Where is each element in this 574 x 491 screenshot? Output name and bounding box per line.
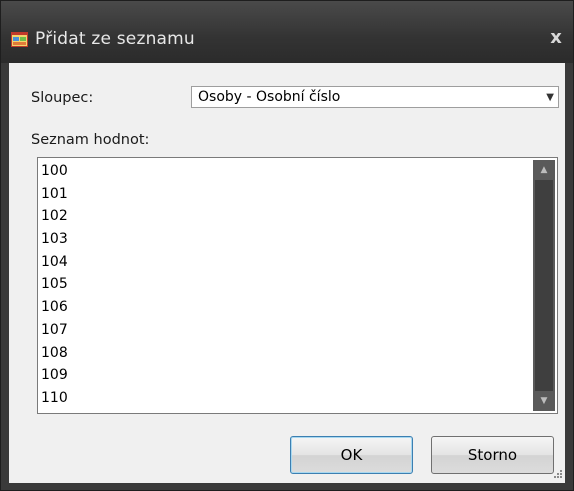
list-item[interactable]: 102 [41,205,68,228]
values-list: 100 101 102 103 104 105 106 107 108 109 … [41,160,68,410]
column-select-value: Osoby - Osobní číslo [198,89,341,105]
chevron-down-icon[interactable]: ▼ [546,89,554,107]
list-item[interactable]: 100 [41,160,68,183]
dialog-client-area: Sloupec: Osoby - Osobní číslo ▼ Seznam h… [9,63,565,483]
scroll-up-icon[interactable]: ▲ [533,160,555,180]
app-window-icon [11,32,28,47]
values-listbox[interactable]: 100 101 102 103 104 105 106 107 108 109 … [37,157,558,414]
list-item[interactable]: 106 [41,296,68,319]
list-item[interactable]: 103 [41,228,68,251]
list-item[interactable]: 109 [41,364,68,387]
dialog-window: Přidat ze seznamu x Sloupec: Osoby - Oso… [0,0,574,491]
scroll-track[interactable] [535,180,553,391]
list-item[interactable]: 107 [41,319,68,342]
ok-button[interactable]: OK [290,436,413,474]
column-select[interactable]: Osoby - Osobní číslo ▼ [191,86,559,108]
title-bar[interactable]: Přidat ze seznamu x [1,1,573,63]
list-item[interactable]: 110 [41,387,68,410]
column-label: Sloupec: [31,90,94,106]
scroll-down-icon[interactable]: ▼ [533,391,555,411]
close-button[interactable]: x [545,27,567,49]
list-item[interactable]: 101 [41,183,68,206]
resize-grip-icon[interactable] [551,469,563,481]
list-item[interactable]: 105 [41,273,68,296]
vertical-scrollbar[interactable]: ▲ ▼ [533,160,555,411]
list-item[interactable]: 108 [41,342,68,365]
cancel-button[interactable]: Storno [431,436,554,474]
list-item[interactable]: 104 [41,251,68,274]
values-label: Seznam hodnot: [31,132,150,148]
window-title: Přidat ze seznamu [35,29,195,49]
